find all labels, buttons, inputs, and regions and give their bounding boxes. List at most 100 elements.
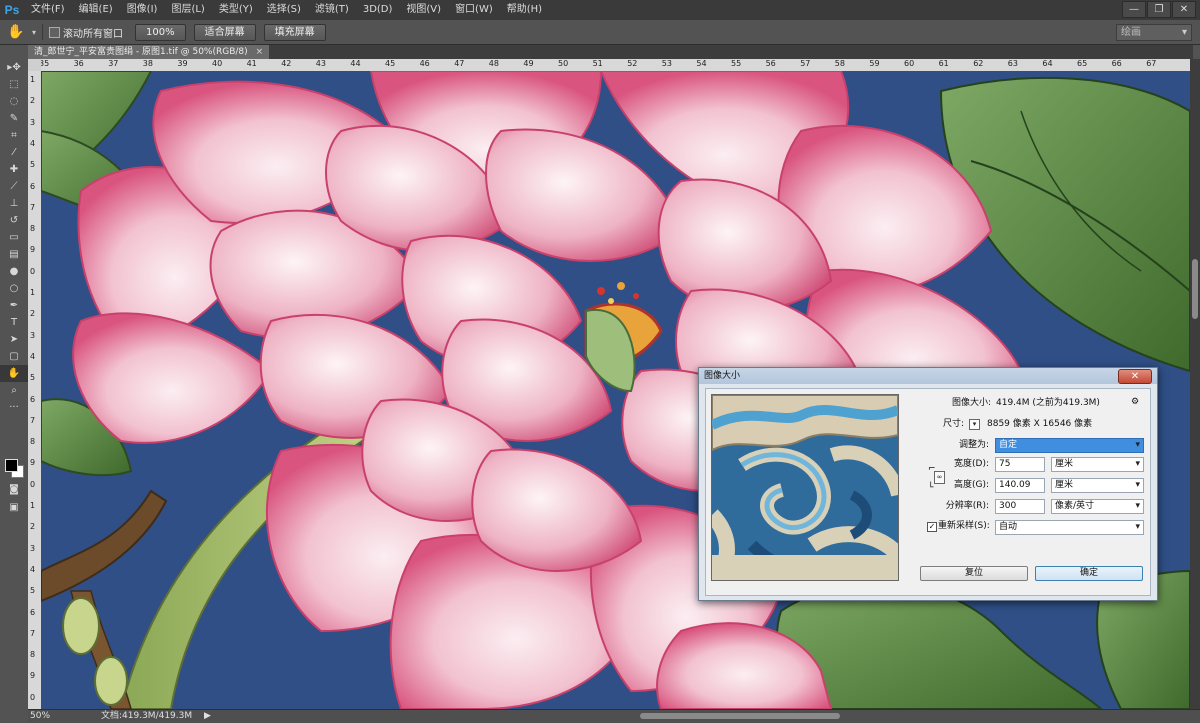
menu-bar: Ps 文件(F) 编辑(E) 图像(I) 图层(L) 类型(Y) 选择(S) 滤… bbox=[0, 0, 1200, 20]
ruler-left-number: 8 bbox=[30, 650, 36, 660]
vertical-scrollbar[interactable] bbox=[1190, 59, 1200, 709]
hand-icon[interactable]: ✋ bbox=[0, 24, 32, 40]
menu-select[interactable]: 选择(S) bbox=[260, 0, 308, 20]
tools-panel: ▸✥ ⬚ ◌ ✎ ⌗ ⁄ ✚ ⟋ ⊥ ↺ ▭ ▤ ● ○ ✒ T ➤ ▢ ✋ ⌕… bbox=[0, 59, 29, 709]
close-window-button[interactable]: ✕ bbox=[1172, 1, 1196, 18]
clone-stamp-tool-icon[interactable]: ⊥ bbox=[0, 195, 28, 212]
ruler-left-number: 2 bbox=[30, 96, 36, 106]
minimize-button[interactable]: — bbox=[1122, 1, 1146, 18]
ruler-left-number: 9 bbox=[30, 458, 36, 468]
menu-file[interactable]: 文件(F) bbox=[24, 0, 72, 20]
resolution-input[interactable]: 300 bbox=[995, 499, 1045, 514]
ruler-top-number: 56 bbox=[765, 59, 776, 68]
ruler-top-number: 38 bbox=[142, 59, 153, 68]
fit-screen-button[interactable]: 适合屏幕 bbox=[193, 23, 256, 41]
ruler-top-number: 49 bbox=[523, 59, 534, 68]
ruler-left-number: 9 bbox=[30, 245, 36, 255]
menu-edit[interactable]: 编辑(E) bbox=[72, 0, 120, 20]
crop-tool-icon[interactable]: ⌗ bbox=[0, 127, 28, 144]
ok-button[interactable]: 确定 bbox=[1035, 566, 1143, 581]
ruler-top-number: 53 bbox=[661, 59, 672, 68]
menu-view[interactable]: 视图(V) bbox=[399, 0, 448, 20]
brush-tool-icon[interactable]: ⟋ bbox=[0, 178, 28, 195]
ruler-top-number: 51 bbox=[592, 59, 603, 68]
foreground-color-swatch[interactable] bbox=[5, 459, 18, 472]
menu-help[interactable]: 帮助(H) bbox=[500, 0, 549, 20]
vertical-scroll-thumb[interactable] bbox=[1192, 259, 1198, 319]
scroll-all-windows-checkbox[interactable] bbox=[49, 26, 61, 38]
dodge-tool-icon[interactable]: ○ bbox=[0, 280, 28, 297]
document-tab[interactable]: 清_郎世宁_平安富贵图绢 - 原图1.tif @ 50%(RGB/8) × bbox=[28, 45, 270, 59]
workspace-select[interactable]: 绘画 bbox=[1116, 24, 1192, 41]
healing-brush-tool-icon[interactable]: ✚ bbox=[0, 161, 28, 178]
fill-screen-button[interactable]: 填充屏幕 bbox=[263, 23, 326, 41]
image-size-label: 图像大小: bbox=[951, 398, 991, 408]
status-menu-arrow-icon[interactable]: ▶ bbox=[204, 710, 211, 723]
ruler-top-number: 64 bbox=[1042, 59, 1053, 68]
status-bar: 50% 文档:419.3M/419.3M ▶ bbox=[28, 709, 1200, 723]
more-tools-icon[interactable]: ··· bbox=[0, 399, 28, 416]
eraser-tool-icon[interactable]: ▭ bbox=[0, 229, 28, 246]
path-select-tool-icon[interactable]: ➤ bbox=[0, 331, 28, 348]
dimensions-unit-dropdown-icon[interactable]: ▾ bbox=[969, 419, 980, 430]
ruler-left-number: 4 bbox=[30, 351, 36, 361]
resample-select[interactable]: 自动 bbox=[995, 520, 1144, 535]
screen-mode-icon[interactable]: ▣ bbox=[0, 499, 28, 516]
ruler-top-number: 61 bbox=[938, 59, 949, 68]
resample-checkbox[interactable]: ✓ bbox=[927, 522, 937, 532]
eyedropper-tool-icon[interactable]: ⁄ bbox=[0, 144, 28, 161]
shape-tool-icon[interactable]: ▢ bbox=[0, 348, 28, 365]
close-tab-icon[interactable]: × bbox=[256, 47, 264, 57]
reset-button[interactable]: 复位 bbox=[920, 566, 1028, 581]
height-input[interactable]: 140.09 bbox=[995, 478, 1045, 493]
lasso-tool-icon[interactable]: ◌ bbox=[0, 93, 28, 110]
height-unit-select[interactable]: 厘米 bbox=[1051, 478, 1144, 493]
zoom-tool-icon[interactable]: ⌕ bbox=[0, 382, 28, 399]
horizontal-scroll-thumb[interactable] bbox=[640, 713, 840, 719]
divider bbox=[42, 24, 44, 40]
ruler-top-number: 36 bbox=[73, 59, 84, 68]
gradient-tool-icon[interactable]: ▤ bbox=[0, 246, 28, 263]
ruler-top-number: 58 bbox=[834, 59, 845, 68]
pen-tool-icon[interactable]: ✒ bbox=[0, 297, 28, 314]
ruler-left-number: 9 bbox=[30, 671, 36, 681]
dialog-title-bar[interactable]: 图像大小 ✕ bbox=[699, 368, 1157, 384]
link-chain-icon[interactable]: ∞ bbox=[934, 471, 945, 484]
zoom-100-button[interactable]: 100% bbox=[135, 23, 186, 41]
menu-window[interactable]: 窗口(W) bbox=[448, 0, 500, 20]
type-tool-icon[interactable]: T bbox=[0, 314, 28, 331]
ruler-top-number: 54 bbox=[696, 59, 707, 68]
quick-select-tool-icon[interactable]: ✎ bbox=[0, 110, 28, 127]
image-preview[interactable] bbox=[711, 394, 899, 581]
history-brush-tool-icon[interactable]: ↺ bbox=[0, 212, 28, 229]
dimensions-value: 8859 像素 X 16546 像素 bbox=[987, 419, 1093, 429]
tool-preset-chevron-icon[interactable]: ▾ bbox=[32, 28, 36, 37]
menu-image[interactable]: 图像(I) bbox=[120, 0, 165, 20]
menu-filter[interactable]: 滤镜(T) bbox=[308, 0, 356, 20]
hand-tool-icon[interactable]: ✋ bbox=[0, 365, 28, 382]
ruler-left-number: 3 bbox=[30, 330, 36, 340]
ruler-top-number: 39 bbox=[177, 59, 188, 68]
zoom-level[interactable]: 50% bbox=[30, 710, 50, 723]
ruler-left-number: 7 bbox=[30, 202, 36, 212]
blur-tool-icon[interactable]: ● bbox=[0, 263, 28, 280]
restore-button[interactable]: ❐ bbox=[1147, 1, 1171, 18]
width-unit-select[interactable]: 厘米 bbox=[1051, 457, 1144, 472]
marquee-tool-icon[interactable]: ⬚ bbox=[0, 76, 28, 93]
quick-mask-icon[interactable]: ◙ bbox=[0, 481, 28, 498]
dialog-close-button[interactable]: ✕ bbox=[1118, 369, 1152, 384]
resample-label: 重新采样(S): bbox=[938, 521, 990, 531]
settings-gear-icon[interactable]: ⚙ bbox=[1131, 396, 1139, 408]
ruler-left-number: 8 bbox=[30, 437, 36, 447]
width-input[interactable]: 75 bbox=[995, 457, 1045, 472]
fit-to-select[interactable]: 自定 bbox=[995, 438, 1144, 453]
ruler-top-number: 65 bbox=[1077, 59, 1088, 68]
menu-3d[interactable]: 3D(D) bbox=[356, 0, 400, 20]
preview-cloud-pattern bbox=[712, 395, 898, 580]
move-tool-icon[interactable]: ▸✥ bbox=[0, 59, 28, 76]
resolution-unit-select[interactable]: 像素/英寸 bbox=[1051, 499, 1144, 514]
menu-type[interactable]: 类型(Y) bbox=[212, 0, 260, 20]
ruler-left-number: 6 bbox=[30, 607, 36, 617]
menu-layer[interactable]: 图层(L) bbox=[164, 0, 211, 20]
ruler-left-number: 5 bbox=[30, 160, 36, 170]
